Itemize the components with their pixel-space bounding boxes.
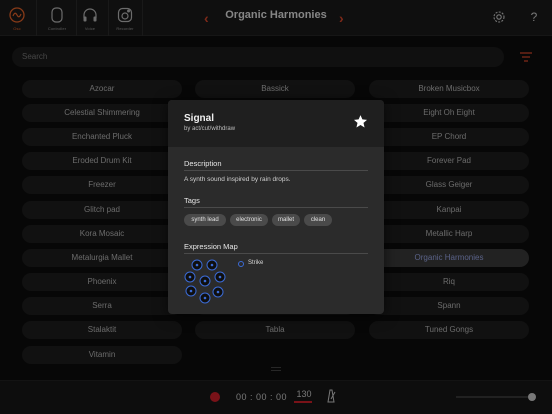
divider xyxy=(184,207,368,208)
description-heading: Description xyxy=(184,159,222,168)
divider xyxy=(184,253,368,254)
divider xyxy=(184,170,368,171)
description-text: A synth sound inspired by rain drops. xyxy=(184,176,291,183)
expression-map-heading: Expression Map xyxy=(184,242,238,251)
tags-heading: Tags xyxy=(184,196,200,205)
tag-chip[interactable]: mallet xyxy=(272,214,300,226)
tag-chip[interactable]: electronic xyxy=(230,214,268,226)
strike-legend-dot xyxy=(238,261,244,267)
tag-chip[interactable]: synth lead xyxy=(184,214,226,226)
star-icon[interactable] xyxy=(353,114,368,129)
preset-info-modal: Signal by act/cut/withdraw Description A… xyxy=(168,100,384,314)
modal-author: by act/cut/withdraw xyxy=(184,126,236,132)
modal-title: Signal xyxy=(184,113,215,124)
strike-legend-label: Strike xyxy=(248,260,264,266)
tag-chip[interactable]: clean xyxy=(304,214,332,226)
expression-map-diagram xyxy=(184,258,230,306)
